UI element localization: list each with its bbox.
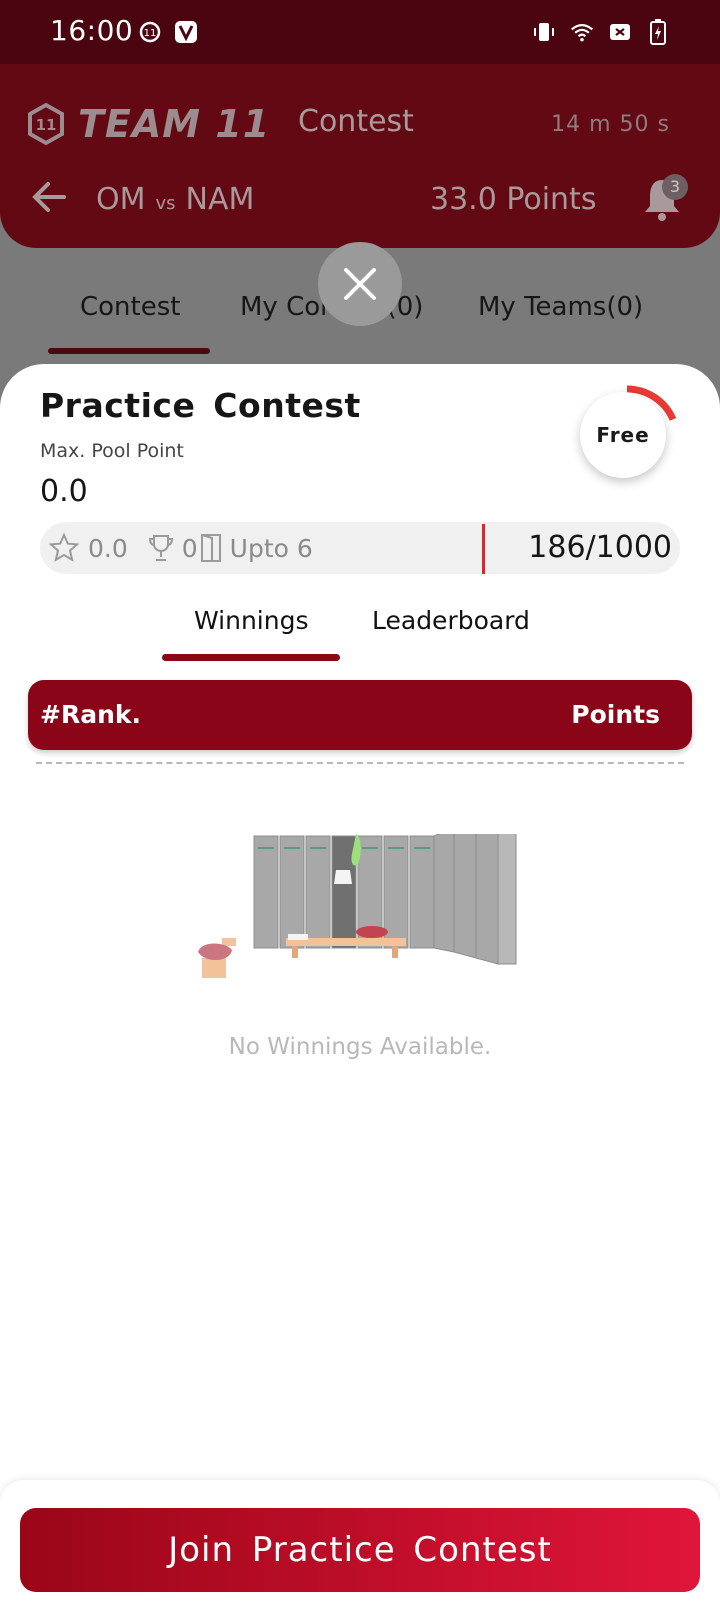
free-label: Free [580,392,666,478]
rank-table-header: #Rank. Points [28,680,692,750]
page-title: Contest [298,104,414,139]
countdown-timer: 14 m 50 s [551,112,670,137]
star-value: 0.0 [88,533,128,563]
team-a-name: OM [96,182,146,217]
tab-contest[interactable]: Contest [80,292,180,322]
close-button[interactable] [318,242,402,326]
points-column-header: Points [571,700,660,729]
contest-stats-bar: 0.0 0 Upto 6 186/1000 [40,522,680,574]
winnings-tabs: Winnings Leaderboard [0,584,720,661]
close-icon [344,268,376,300]
battery-charging-icon [646,19,670,45]
trophy-value: 0 [181,533,198,563]
contest-title: Practice Contest [40,386,361,425]
status-bar: 16:00 11 [0,0,720,64]
entries-count: 186/1000 [528,530,672,565]
team11-logo: 11 TEAM 11 [24,102,270,146]
match-teams: OM vs NAM [96,182,254,217]
team-b-name: NAM [185,182,255,217]
team-limit-stat: Upto 6 [200,533,313,563]
user-points: 33.0 Points [430,182,597,217]
team11-app-icon: 11 [138,20,162,44]
logo-text: TEAM 11 [78,102,271,146]
tab-winnings[interactable]: Winnings [194,606,309,635]
star-stat: 0.0 [48,532,128,564]
status-time: 16:00 [50,14,134,47]
v-app-icon [174,20,198,44]
empty-state-message: No Winnings Available. [228,1034,492,1060]
entry-fee-badge: Free [572,384,682,494]
svg-text:11: 11 [144,28,157,39]
star-icon [48,532,80,562]
team11-logo-icon: 11 [28,102,64,146]
trophy-icon [148,535,173,561]
pool-label: Max. Pool Point [40,440,184,462]
team-limit-value: Upto 6 [229,533,313,563]
back-arrow-icon[interactable] [28,176,70,222]
wifi-icon [570,20,594,44]
tab-indicator [48,348,210,354]
footer-bar: Join Practice Contest [0,1480,720,1612]
trophy-stat: 0 [148,533,198,563]
winnings-tab-indicator [162,654,340,661]
no-sim-icon [608,20,632,44]
vs-label: vs [155,193,176,214]
dashed-divider [36,762,684,764]
pool-value: 0.0 [40,474,88,509]
notification-badge: 3 [662,174,688,200]
vibrate-icon [532,20,556,44]
contest-detail-sheet: Practice Contest Max. Pool Point 0.0 Fre… [0,364,720,1612]
app-header: 11 TEAM 11 Contest 14 m 50 s OM vs NAM 33.… [0,64,720,248]
svg-text:11: 11 [36,116,57,134]
rank-column-header: #Rank. [40,700,141,729]
door-icon [200,534,221,562]
stats-divider [482,524,485,574]
tab-my-teams[interactable]: My Teams(0) [478,292,643,322]
tab-leaderboard[interactable]: Leaderboard [372,606,530,635]
join-contest-button[interactable]: Join Practice Contest [20,1508,700,1592]
empty-locker-room-illustration [198,834,517,978]
